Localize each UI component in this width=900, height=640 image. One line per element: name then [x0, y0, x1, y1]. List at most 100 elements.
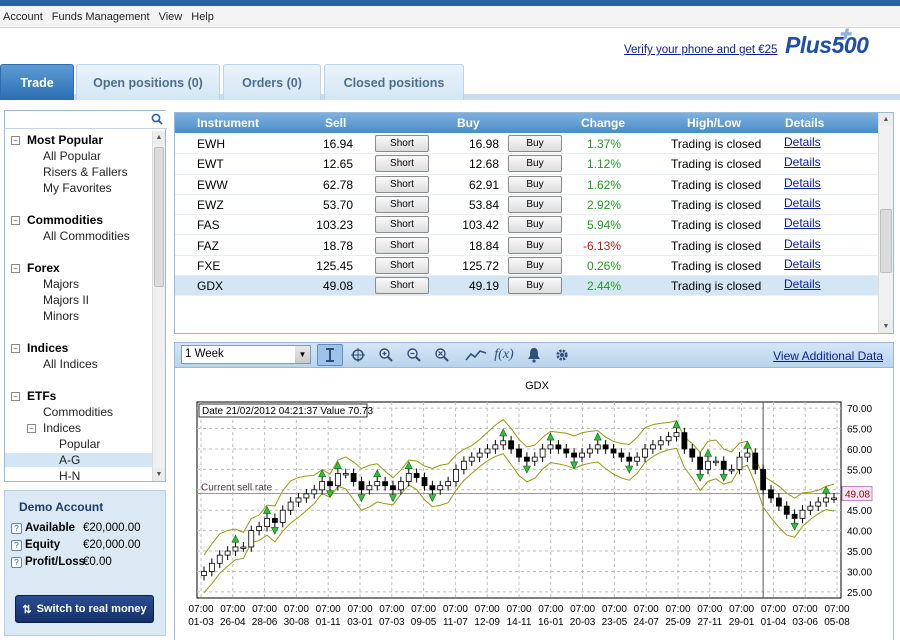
- short-button[interactable]: Short: [375, 195, 429, 213]
- settings-icon[interactable]: [549, 344, 575, 366]
- details-link[interactable]: Details: [784, 155, 821, 169]
- zoom-reset-icon[interactable]: [429, 344, 455, 366]
- tree-item[interactable]: H-N: [59, 469, 80, 481]
- zoom-out-icon[interactable]: [401, 344, 427, 366]
- verify-phone-link[interactable]: Verify your phone and get €25: [624, 44, 777, 56]
- scroll-up-icon[interactable]: ▲: [879, 113, 893, 126]
- zoom-in-icon[interactable]: [373, 344, 399, 366]
- help-icon[interactable]: ?: [11, 522, 22, 534]
- tab-open-positions[interactable]: Open positions (0): [76, 64, 220, 100]
- buy-button[interactable]: Buy: [508, 155, 562, 173]
- tree-item[interactable]: Popular: [59, 437, 100, 451]
- menu-funds-management[interactable]: Funds Management: [52, 11, 150, 23]
- tree-item[interactable]: Most Popular: [27, 133, 103, 147]
- buy-button[interactable]: Buy: [508, 195, 562, 213]
- candle-body: [500, 440, 507, 446]
- tab-orders[interactable]: Orders (0): [223, 64, 321, 100]
- scroll-down-icon[interactable]: ▼: [879, 320, 893, 333]
- tree-item[interactable]: My Favorites: [43, 181, 112, 195]
- details-link[interactable]: Details: [784, 196, 821, 210]
- tree-item[interactable]: Forex: [27, 261, 60, 275]
- short-button[interactable]: Short: [375, 155, 429, 173]
- table-scrollbar[interactable]: ▲ ▼: [878, 113, 893, 333]
- tree-item[interactable]: ETFs: [27, 389, 56, 403]
- sell-price: 49.08: [322, 279, 353, 294]
- help-icon[interactable]: ?: [11, 556, 22, 568]
- tree-item[interactable]: Majors: [43, 277, 79, 291]
- search-icon[interactable]: [151, 113, 163, 125]
- short-button[interactable]: Short: [375, 175, 429, 193]
- cursor-icon[interactable]: [317, 344, 343, 366]
- collapse-icon[interactable]: −: [11, 264, 20, 273]
- candle-body: [807, 505, 814, 511]
- tab-trade[interactable]: Trade: [0, 64, 74, 100]
- search-input[interactable]: [5, 111, 167, 129]
- tree-item[interactable]: A-G: [5, 453, 153, 467]
- table-row[interactable]: EWH 16.94 Short 16.98 Buy 1.37% Trading is clo…: [175, 134, 879, 155]
- alert-bell-icon[interactable]: [521, 344, 547, 366]
- table-row[interactable]: EWZ 53.70 Short 53.84 Buy 2.92% Trading is clo…: [175, 195, 879, 216]
- chevron-down-icon[interactable]: ▼: [295, 346, 310, 363]
- period-select[interactable]: 1 Week ▼: [181, 345, 311, 364]
- collapse-icon[interactable]: −: [11, 344, 20, 353]
- view-additional-data-link[interactable]: View Additional Data: [773, 349, 883, 363]
- short-button[interactable]: Short: [375, 256, 429, 274]
- tree-item[interactable]: Commodities: [43, 405, 113, 419]
- tree-item[interactable]: Commodities: [27, 213, 103, 227]
- details-link[interactable]: Details: [784, 237, 821, 251]
- buy-button[interactable]: Buy: [508, 216, 562, 234]
- tree-scrollbar[interactable]: ▲ ▼: [152, 131, 165, 481]
- short-button[interactable]: Short: [375, 236, 429, 254]
- buy-button[interactable]: Buy: [508, 236, 562, 254]
- scroll-thumb[interactable]: [154, 147, 164, 287]
- collapse-icon[interactable]: −: [11, 392, 20, 401]
- table-row[interactable]: EWT 12.65 Short 12.68 Buy 1.12% Trading is clo…: [175, 154, 879, 175]
- price-chart[interactable]: GDX70.0065.0060.0055.0050.0045.0040.0035…: [174, 368, 894, 640]
- tree-item[interactable]: All Commodities: [43, 229, 130, 243]
- scroll-up-icon[interactable]: ▲: [153, 131, 165, 144]
- switch-to-real-money-button[interactable]: ⇅ Switch to real money: [15, 595, 154, 623]
- function-icon[interactable]: f(x): [491, 344, 517, 366]
- details-link[interactable]: Details: [784, 216, 821, 230]
- table-row[interactable]: FAS 103.23 Short 103.42 Buy 5.94% Trading is c…: [175, 215, 879, 236]
- tree-item[interactable]: Minors: [43, 309, 79, 323]
- details-link[interactable]: Details: [784, 135, 821, 149]
- line-icon[interactable]: [463, 344, 489, 366]
- menu-account[interactable]: Account: [3, 11, 43, 23]
- menu-help[interactable]: Help: [191, 11, 214, 23]
- tree-item[interactable]: All Popular: [43, 149, 101, 163]
- buy-button[interactable]: Buy: [508, 277, 562, 295]
- menu-view[interactable]: View: [159, 11, 183, 23]
- chart-svg[interactable]: GDX70.0065.0060.0055.0050.0045.0040.0035…: [175, 368, 893, 640]
- scroll-down-icon[interactable]: ▼: [153, 468, 165, 481]
- table-row[interactable]: EWW 62.78 Short 62.91 Buy 1.62% Trading is clo…: [175, 175, 879, 195]
- details-link[interactable]: Details: [784, 277, 821, 291]
- table-row[interactable]: GDX 49.08 Short 49.19 Buy 2.44% Trading is clo…: [175, 276, 879, 297]
- buy-button[interactable]: Buy: [508, 135, 562, 152]
- tab-closed-positions[interactable]: Closed positions: [324, 64, 464, 100]
- details-link[interactable]: Details: [784, 176, 821, 190]
- candle-body: [523, 456, 530, 462]
- table-row[interactable]: FAZ 18.78 Short 18.84 Buy -6.13% Trading is cl…: [175, 236, 879, 256]
- tree-item[interactable]: Majors II: [43, 293, 89, 307]
- help-icon[interactable]: ?: [11, 539, 22, 551]
- crosshair-icon[interactable]: [345, 344, 371, 366]
- collapse-icon[interactable]: −: [27, 424, 36, 433]
- tree-item[interactable]: Risers & Fallers: [43, 165, 128, 179]
- short-button[interactable]: Short: [375, 135, 429, 152]
- details-link[interactable]: Details: [784, 257, 821, 271]
- buy-button[interactable]: Buy: [508, 175, 562, 193]
- collapse-icon[interactable]: −: [11, 136, 20, 145]
- x-tick-date: 07-03: [379, 617, 405, 628]
- collapse-icon[interactable]: −: [11, 216, 20, 225]
- scroll-thumb[interactable]: [880, 209, 892, 273]
- tree-item[interactable]: All Indices: [43, 357, 98, 371]
- short-button[interactable]: Short: [375, 216, 429, 234]
- tree-item[interactable]: Indices: [27, 341, 68, 355]
- table-row[interactable]: FXE 125.45 Short 125.72 Buy 0.26% Trading is c…: [175, 256, 879, 277]
- sell-price: 16.94: [322, 137, 353, 151]
- tree-item[interactable]: Indices: [43, 421, 81, 435]
- buy-button[interactable]: Buy: [508, 256, 562, 274]
- candle-body: [508, 440, 515, 450]
- short-button[interactable]: Short: [375, 277, 429, 295]
